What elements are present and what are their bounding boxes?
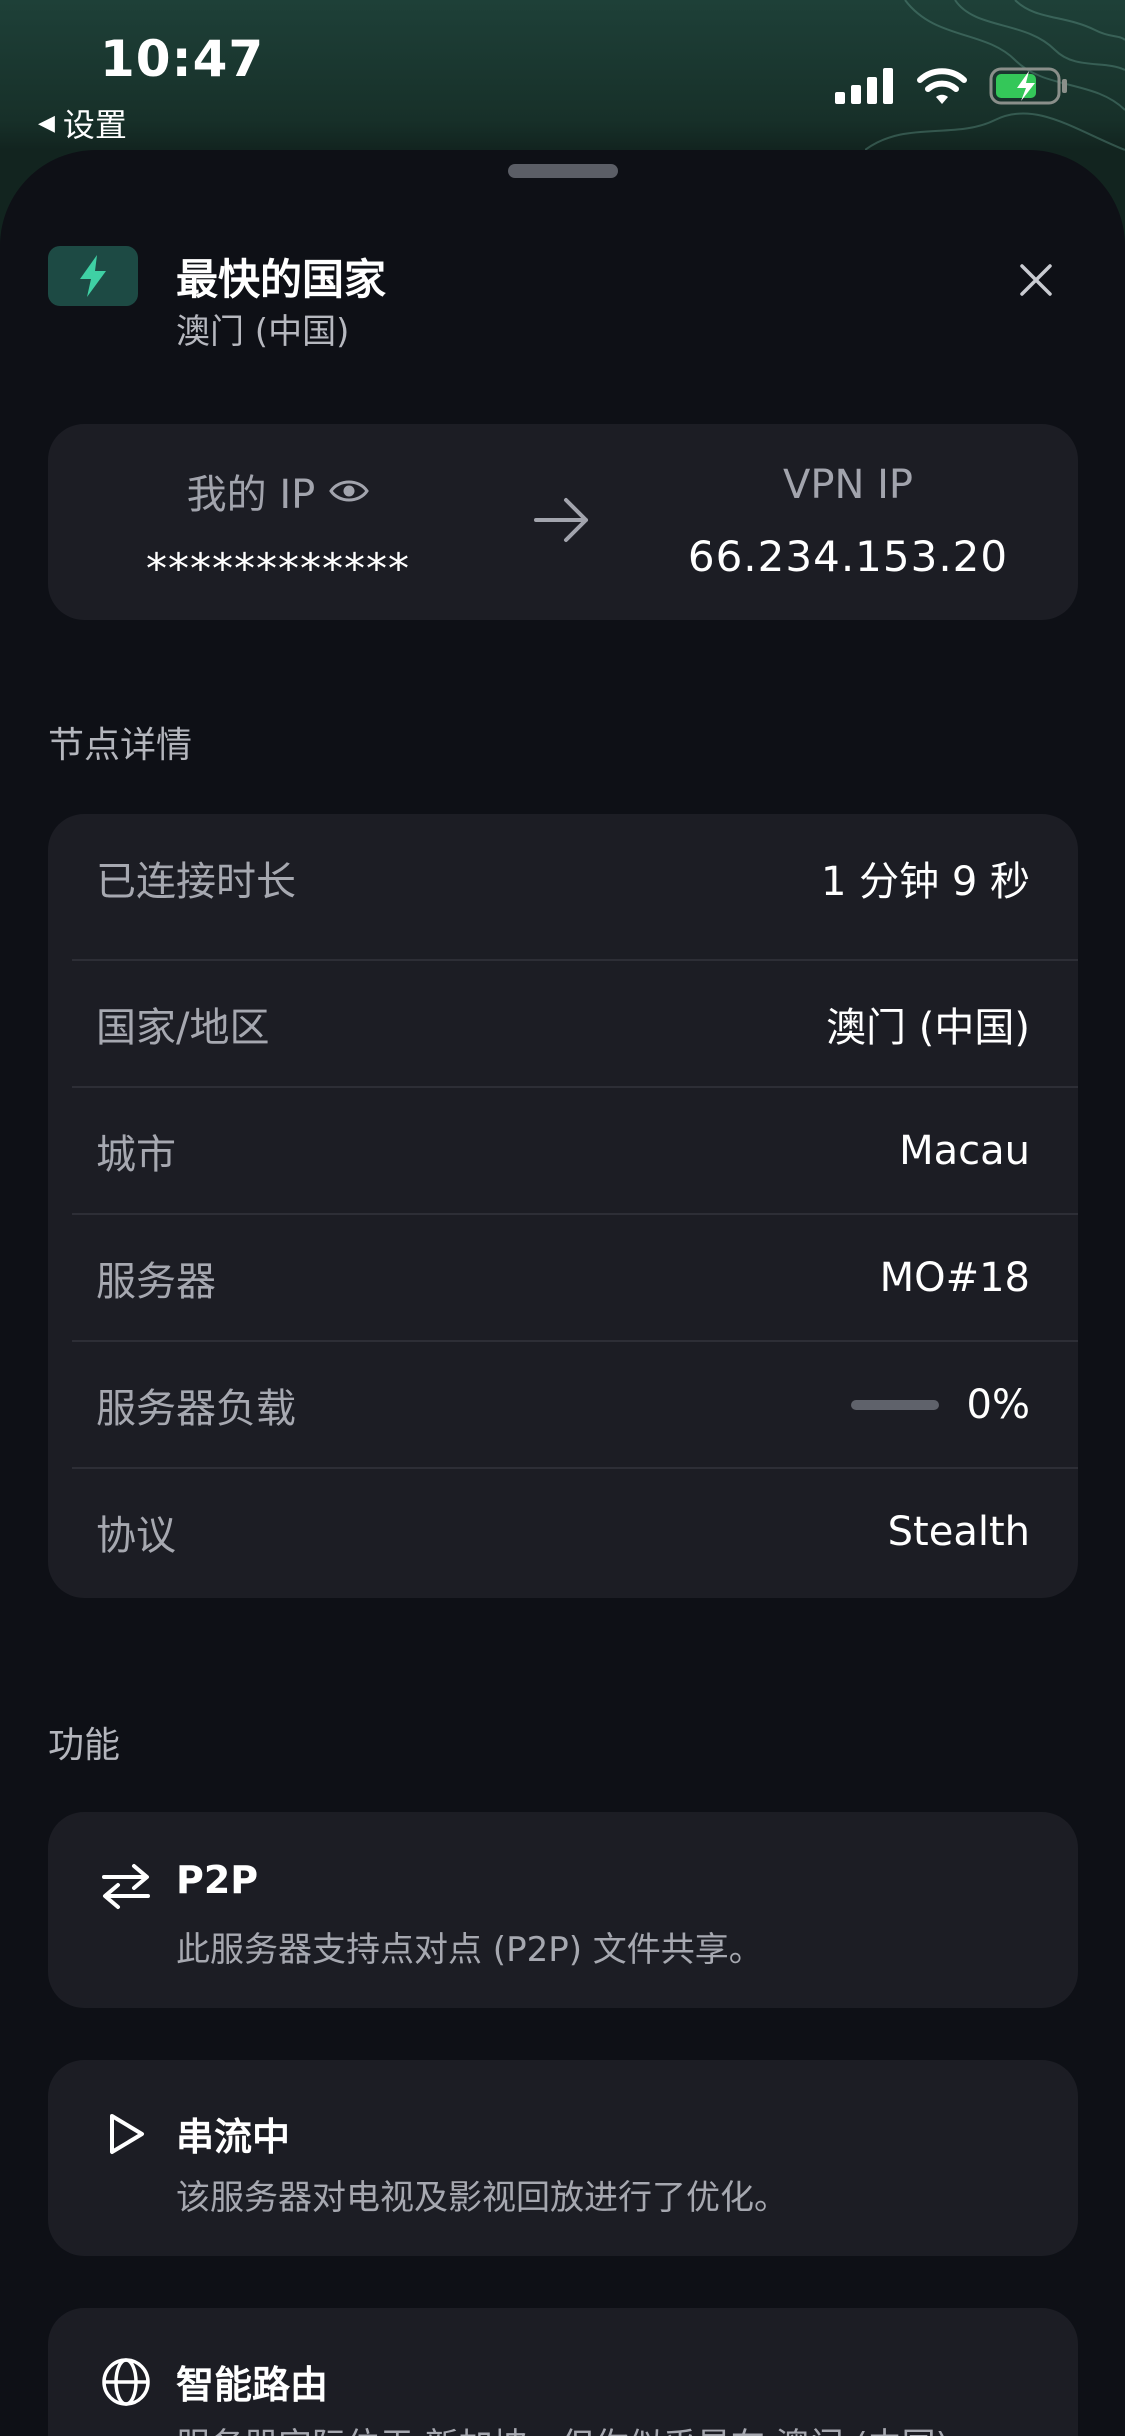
details-card: 已连接时长 1 分钟 9 秒 国家/地区 澳门 (中国) 城市 Macau 服务…: [48, 814, 1078, 1598]
cellular-signal-icon: [835, 68, 893, 104]
feature-card-smart-routing: 智能路由 服务器实际位于 新加坡，但你似乎是在 澳门 (中国): [48, 2308, 1078, 2436]
feature-title: 智能路由: [176, 2363, 329, 2407]
detail-value: 0%: [850, 1381, 1030, 1428]
back-to-settings-link[interactable]: ◀ 设置: [38, 100, 127, 146]
vpn-ip-label: VPN IP: [782, 462, 914, 508]
detail-row-city: 城市 Macau: [72, 1086, 1078, 1213]
detail-label: 服务器: [96, 1258, 216, 1305]
feature-desc: 此服务器支持点对点 (P2P) 文件共享。: [176, 1930, 763, 1970]
my-ip-label-row: 我的 IP: [187, 462, 370, 520]
detail-value: 澳门 (中国): [826, 1004, 1030, 1051]
detail-value: 1 分钟 9 秒: [820, 858, 1030, 905]
features-section-label: 功能: [48, 1725, 121, 1766]
vpn-ip-value: 66.234.153.20: [687, 532, 1009, 581]
wifi-icon: [917, 68, 967, 104]
detail-label: 城市: [96, 1131, 176, 1178]
screen: 10:47 ◀ 设置 最快的国家 澳门 (中国) 我的 IP *********…: [0, 0, 1125, 2436]
status-icons: [835, 66, 1069, 106]
feature-desc: 该服务器对电视及影视回放进行了优化。: [176, 2178, 788, 2218]
my-ip-label: 我的 IP: [186, 472, 316, 518]
feature-title: P2P: [176, 1858, 259, 1902]
detail-label: 国家/地区: [96, 1004, 270, 1051]
ip-card: 我的 IP ************ VPN IP 66.234.153.20: [48, 424, 1078, 620]
feature-card-streaming: 串流中 该服务器对电视及影视回放进行了优化。: [48, 2060, 1078, 2256]
detail-label: 已连接时长: [96, 858, 296, 905]
detail-row-protocol: 协议 Stealth: [72, 1467, 1078, 1594]
detail-row-server-load: 服务器负载 0%: [72, 1340, 1078, 1467]
detail-row-duration: 已连接时长 1 分钟 9 秒: [72, 814, 1078, 941]
detail-row-server: 服务器 MO#18: [72, 1213, 1078, 1340]
back-label: 设置: [62, 106, 127, 144]
detail-value: MO#18: [879, 1254, 1030, 1301]
my-ip-block: 我的 IP ************: [48, 462, 508, 593]
detail-value: Macau: [899, 1127, 1030, 1174]
connection-title: 最快的国家: [176, 255, 387, 304]
close-icon: [1020, 264, 1052, 296]
fastest-bolt-badge: [48, 246, 138, 306]
detail-row-country: 国家/地区 澳门 (中国): [72, 959, 1078, 1086]
server-details-sheet: 最快的国家 澳门 (中国) 我的 IP ************ VPN IP …: [0, 150, 1125, 2436]
my-ip-value: ************: [146, 544, 410, 593]
play-icon: [98, 2106, 154, 2162]
server-load-percent: 0%: [966, 1381, 1030, 1428]
globe-icon: [98, 2354, 154, 2410]
back-triangle-icon: ◀: [38, 110, 55, 136]
sheet-grabber[interactable]: [508, 164, 618, 178]
vpn-ip-block: VPN IP 66.234.153.20: [618, 462, 1078, 581]
status-time: 10:47: [100, 30, 265, 88]
lightning-bolt-icon: [80, 255, 106, 297]
feature-desc: 服务器实际位于 新加坡，但你似乎是在 澳门 (中国): [176, 2418, 949, 2436]
detail-label: 协议: [96, 1512, 176, 1559]
eye-icon[interactable]: [329, 478, 370, 504]
battery-charging-icon: [989, 67, 1067, 105]
details-section-label: 节点详情: [48, 725, 193, 766]
detail-value: Stealth: [887, 1508, 1030, 1555]
connection-subtitle: 澳门 (中国): [176, 312, 350, 352]
detail-label: 服务器负载: [96, 1385, 296, 1432]
feature-card-p2p: P2P 此服务器支持点对点 (P2P) 文件共享。: [48, 1812, 1078, 2008]
close-button[interactable]: [1008, 252, 1064, 308]
p2p-arrows-icon: [98, 1858, 154, 1914]
status-bar: 10:47 ◀ 设置: [0, 0, 1125, 150]
feature-title: 串流中: [176, 2115, 291, 2159]
arrow-right-icon: [534, 498, 588, 542]
sheet-header: 最快的国家 澳门 (中国): [48, 246, 1078, 356]
server-load-bar: [850, 1399, 939, 1410]
